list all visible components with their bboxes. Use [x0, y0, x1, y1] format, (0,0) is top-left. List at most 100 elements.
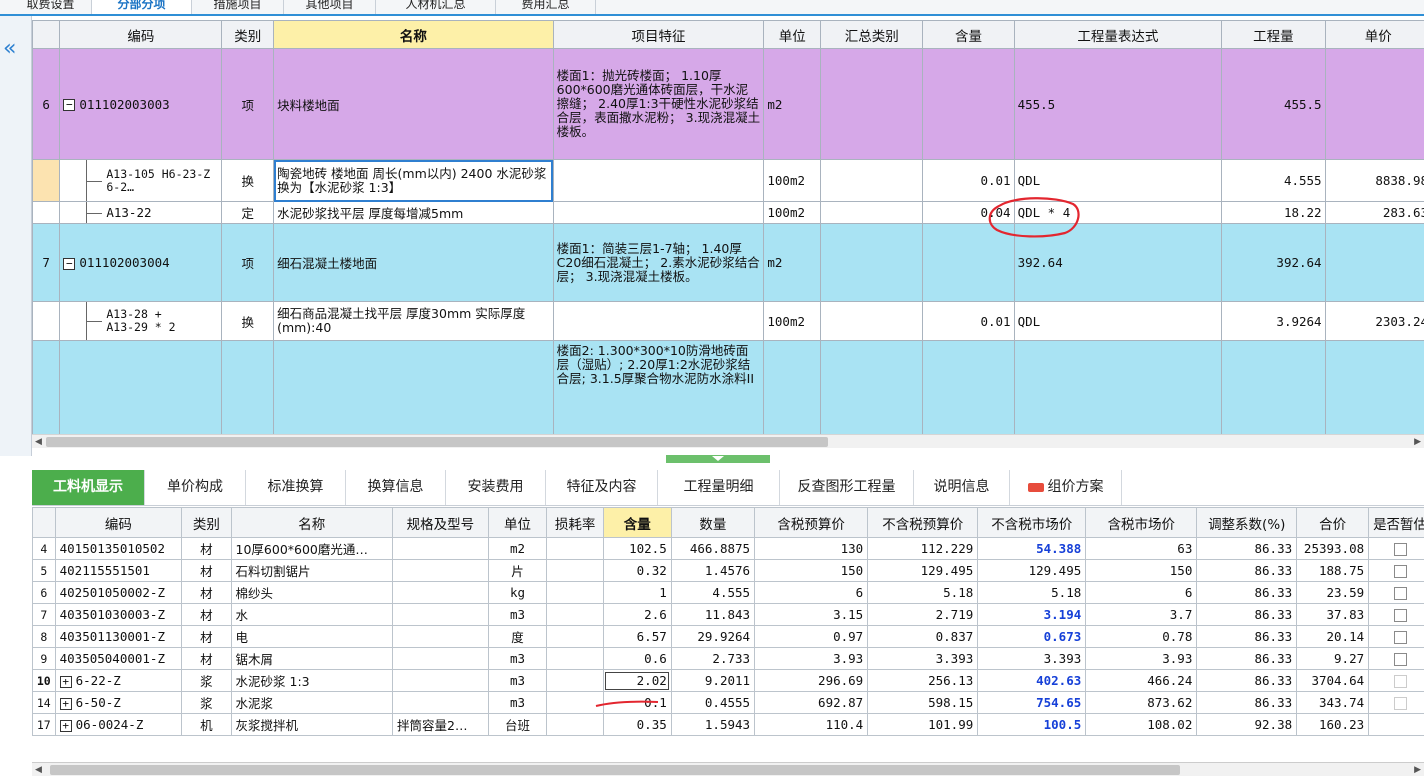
- table-row[interactable]: 8 403501130001-Z 材电度 6.57 29.9264 0.97 0.837 0.…: [32, 625, 1424, 648]
- item-price[interactable]: [1324, 223, 1424, 302]
- resource-loss-rate[interactable]: [546, 691, 604, 714]
- resource-quantity[interactable]: 29.9264: [670, 625, 756, 648]
- resource-adjust-coefficient[interactable]: 86.33: [1196, 603, 1298, 626]
- item-content[interactable]: 0.01: [922, 301, 1015, 341]
- resource-type[interactable]: 材: [181, 647, 232, 670]
- resource-unit[interactable]: 度: [487, 625, 548, 648]
- item-type[interactable]: 换: [221, 301, 275, 341]
- resource-tax-budget-price[interactable]: 692.87: [754, 691, 869, 714]
- item-type[interactable]: 项: [221, 223, 275, 302]
- item-feature[interactable]: 楼面1：简装三层1-7轴； 1.40厚C20细石混凝土； 2.素水泥砂浆结合层；…: [552, 223, 765, 302]
- item-expression[interactable]: QDL * 4: [1013, 201, 1223, 224]
- resource-notax-budget-price[interactable]: 112.229: [867, 537, 979, 560]
- item-quantity[interactable]: 18.22: [1221, 201, 1326, 224]
- item-summary-type[interactable]: [820, 201, 924, 224]
- header-content[interactable]: 含量: [922, 20, 1015, 49]
- resource-tax-market-price[interactable]: 108.02: [1085, 713, 1198, 736]
- item-content[interactable]: [922, 223, 1015, 302]
- tab-install-cost[interactable]: 安装费用: [446, 470, 546, 505]
- scroll-right-icon[interactable]: ▶: [1414, 763, 1421, 777]
- resource-content[interactable]: 2.02: [602, 669, 672, 692]
- header-price[interactable]: 单价: [1324, 20, 1424, 49]
- item-summary-type[interactable]: [820, 340, 924, 434]
- tab-other-items[interactable]: 其他项目: [284, 0, 376, 14]
- item-unit[interactable]: 100m2: [763, 201, 822, 224]
- header-code[interactable]: 编码: [59, 20, 223, 49]
- resource-type[interactable]: 机: [181, 713, 232, 736]
- resource-loss-rate[interactable]: [546, 559, 604, 582]
- provisional-checkbox[interactable]: [1393, 609, 1407, 622]
- resource-loss-rate[interactable]: [546, 713, 604, 736]
- resource-notax-market-price[interactable]: 5.18: [977, 581, 1087, 604]
- resource-spec[interactable]: [392, 625, 489, 648]
- item-summary-type[interactable]: [820, 301, 924, 341]
- resource-name[interactable]: 水泥砂浆 1:3: [230, 669, 394, 692]
- resource-notax-budget-price[interactable]: 598.15: [867, 691, 979, 714]
- resource-tax-budget-price[interactable]: 296.69: [754, 669, 869, 692]
- tab-unit-price-composition[interactable]: 单价构成: [145, 470, 246, 505]
- provisional-checkbox[interactable]: [1393, 543, 1407, 556]
- resource-adjust-coefficient[interactable]: 86.33: [1196, 625, 1298, 648]
- tab-quantity-detail[interactable]: 工程量明细: [658, 470, 780, 505]
- item-code[interactable]: A13-22: [59, 201, 223, 224]
- header-quantity[interactable]: 数量: [670, 507, 756, 538]
- resource-notax-market-price[interactable]: 100.5: [977, 713, 1087, 736]
- resource-unit[interactable]: kg: [487, 581, 548, 604]
- table-row[interactable]: A13-28 + A13-29 * 2 换 细石商品混凝土找平层 厚度30mm …: [32, 301, 1424, 341]
- item-summary-type[interactable]: [820, 223, 924, 302]
- table-row[interactable]: A13-105 H6-23-Z 6-2… 换 陶瓷地砖 楼地面 周长(mm以内)…: [32, 159, 1424, 202]
- resource-total[interactable]: 3704.64: [1296, 669, 1370, 692]
- item-expression[interactable]: [1013, 340, 1223, 434]
- item-content[interactable]: 0.01: [922, 159, 1015, 202]
- table-row[interactable]: 6 402501050002-Z 材棉纱头 kg 1 4.555 6 5.18 5.18 6 86.…: [32, 581, 1424, 604]
- resource-code[interactable]: 40150135010502: [54, 537, 183, 560]
- resource-name[interactable]: 石料切割锯片: [230, 559, 394, 582]
- panel-splitter-handle[interactable]: [666, 455, 770, 463]
- table-row[interactable]: A13-22 定 水泥砂浆找平层 厚度每增减5mm 100m2 0.04 QDL…: [32, 201, 1424, 224]
- table-row[interactable]: 17 +06-0024-Z 机灰浆搅拌机 拌筒容量2… 台班 0.35 1.5943 110.…: [32, 713, 1424, 736]
- resource-content[interactable]: 0.32: [602, 559, 672, 582]
- resource-loss-rate[interactable]: [546, 537, 604, 560]
- item-summary-type[interactable]: [820, 159, 924, 202]
- item-expression[interactable]: QDL: [1013, 301, 1223, 341]
- resource-unit[interactable]: m2: [487, 537, 548, 560]
- tab-measures[interactable]: 措施项目: [192, 0, 284, 14]
- item-name[interactable]: 水泥砂浆找平层 厚度每增减5mm: [273, 201, 554, 224]
- header-name[interactable]: 名称: [230, 507, 394, 538]
- item-quantity[interactable]: 455.5: [1221, 48, 1326, 160]
- tab-standard-conversion[interactable]: 标准换算: [246, 470, 346, 505]
- resource-unit[interactable]: 片: [487, 559, 548, 582]
- item-unit[interactable]: 100m2: [763, 301, 822, 341]
- item-code[interactable]: A13-28 + A13-29 * 2: [59, 301, 223, 341]
- item-content[interactable]: [922, 48, 1015, 160]
- resource-spec[interactable]: [392, 647, 489, 670]
- resource-type[interactable]: 材: [181, 537, 232, 560]
- header-type[interactable]: 类别: [221, 20, 275, 49]
- resource-adjust-coefficient[interactable]: 86.33: [1196, 647, 1298, 670]
- scroll-thumb[interactable]: [46, 437, 828, 447]
- resource-content[interactable]: 0.35: [602, 713, 672, 736]
- header-total[interactable]: 合价: [1296, 507, 1370, 538]
- resource-total[interactable]: 9.27: [1296, 647, 1370, 670]
- item-unit[interactable]: 100m2: [763, 159, 822, 202]
- resource-tax-market-price[interactable]: 0.78: [1085, 625, 1198, 648]
- item-name[interactable]: [273, 340, 554, 434]
- item-type[interactable]: [221, 340, 275, 434]
- expand-node-icon[interactable]: +: [59, 719, 72, 732]
- item-summary-type[interactable]: [820, 48, 924, 160]
- resource-notax-budget-price[interactable]: 3.393: [867, 647, 979, 670]
- resource-notax-budget-price[interactable]: 2.719: [867, 603, 979, 626]
- scroll-right-icon[interactable]: ▶: [1414, 435, 1421, 449]
- resource-adjust-coefficient[interactable]: 86.33: [1196, 691, 1298, 714]
- table-row[interactable]: 7 403501030003-Z 材水 m3 2.6 11.843 3.15 2.719 3.1…: [32, 603, 1424, 626]
- provisional-checkbox[interactable]: [1393, 675, 1407, 688]
- header-quantity[interactable]: 工程量: [1221, 20, 1326, 49]
- provisional-checkbox[interactable]: [1393, 631, 1407, 644]
- resource-content[interactable]: 102.5: [602, 537, 672, 560]
- resource-notax-market-price[interactable]: 3.393: [977, 647, 1087, 670]
- scroll-left-icon[interactable]: ◀: [35, 435, 42, 449]
- resource-content[interactable]: 6.57: [602, 625, 672, 648]
- resource-notax-market-price[interactable]: 402.63: [977, 669, 1087, 692]
- resource-notax-market-price[interactable]: 129.495: [977, 559, 1087, 582]
- item-content[interactable]: [922, 340, 1015, 434]
